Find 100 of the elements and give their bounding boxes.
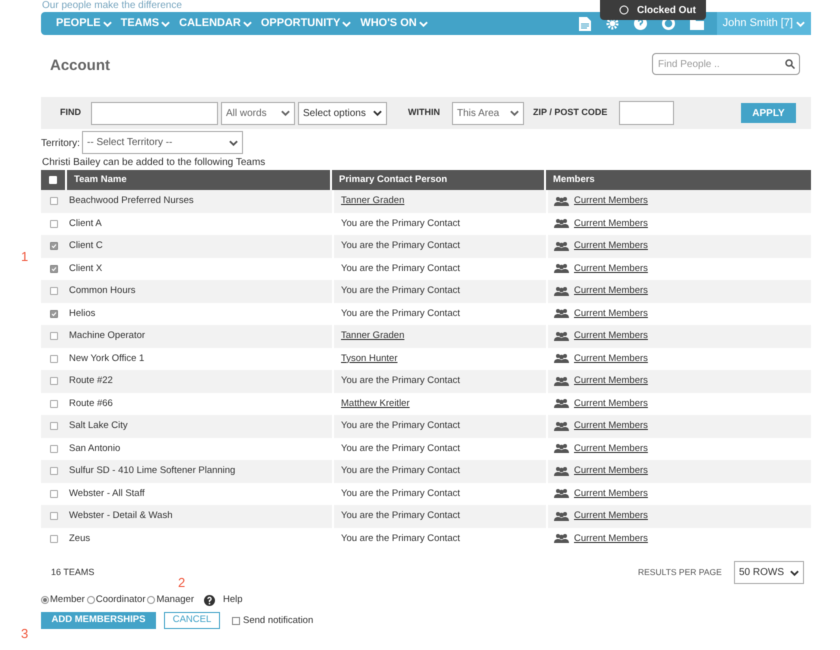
members-link[interactable]: Current Members <box>574 262 648 276</box>
contact-link[interactable]: Tanner Graden <box>341 329 404 344</box>
role-radio[interactable]: Manager <box>147 593 194 608</box>
people-icon <box>554 510 569 522</box>
search-icon <box>785 59 795 69</box>
clock-status-tooltip: Clocked Out <box>600 0 706 20</box>
table-cell: You are the Primary Contact <box>341 532 460 546</box>
table-cell: You are the Primary Contact <box>341 486 460 501</box>
members-link[interactable]: Current Members <box>574 509 648 524</box>
select-dropdown[interactable]: This Area <box>452 102 524 124</box>
members-link[interactable]: Current Members <box>574 532 648 546</box>
members-link[interactable]: Current Members <box>574 306 648 321</box>
members-link[interactable]: Current Members <box>574 216 648 231</box>
select-dropdown[interactable]: Select options <box>298 102 387 124</box>
people-icon <box>554 286 569 297</box>
chevron-down-icon <box>281 110 290 116</box>
team-count: 16 TEAMS <box>51 566 94 579</box>
checkbox[interactable] <box>50 422 58 430</box>
table-cell: You are the Primary Contact <box>341 374 460 388</box>
people-icon <box>554 218 569 230</box>
help-icon <box>204 594 215 606</box>
table-cell-text: San Antonio <box>68 442 122 456</box>
table-cell: You are the Primary Contact <box>341 262 460 276</box>
find-people-field[interactable]: Find People .. <box>652 53 800 75</box>
select-dropdown[interactable]: -- Select Territory -- <box>82 131 243 154</box>
checkbox[interactable] <box>50 444 58 453</box>
table-cell: You are the Primary Contact <box>341 239 460 254</box>
people-icon <box>554 376 569 387</box>
people-icon <box>554 398 569 410</box>
checkbox[interactable] <box>50 220 58 228</box>
chevron-down-icon <box>418 20 428 26</box>
people-icon <box>554 533 569 544</box>
checkbox[interactable] <box>50 354 58 363</box>
annotation-number: 3 <box>21 625 28 643</box>
table-cell: You are the Primary Contact <box>341 284 460 298</box>
checkbox[interactable] <box>50 287 58 296</box>
members-link[interactable]: Current Members <box>574 239 648 254</box>
checkbox[interactable] <box>50 310 58 318</box>
members-link[interactable]: Current Members <box>574 486 648 501</box>
find-field[interactable] <box>91 102 218 124</box>
members-link[interactable]: Current Members <box>574 329 648 344</box>
page-title: Account <box>50 56 110 76</box>
checkbox[interactable] <box>50 197 58 206</box>
contact-link[interactable]: Tyson Hunter <box>341 352 398 366</box>
members-link[interactable]: Current Members <box>574 352 648 366</box>
chevron-down-icon <box>102 20 112 26</box>
column-header: Members <box>552 172 596 187</box>
chevron-down-icon <box>373 110 382 116</box>
members-link[interactable]: Current Members <box>574 464 648 478</box>
checkbox[interactable] <box>50 332 58 340</box>
select-dropdown[interactable]: All words <box>221 102 295 124</box>
contact-link[interactable]: Matthew Kreitler <box>341 396 410 411</box>
checkbox[interactable] <box>50 242 58 250</box>
members-link[interactable]: Current Members <box>574 396 648 411</box>
people-icon <box>554 420 569 432</box>
table-cell-text: Webster - All Staff <box>68 486 146 501</box>
territory-label: Territory: <box>41 137 80 151</box>
table-cell: You are the Primary Contact <box>341 419 460 434</box>
role-radio[interactable]: Coordinator <box>86 593 146 608</box>
table-cell-text: Zeus <box>68 532 92 546</box>
table-cell-text: Route #66 <box>68 396 114 411</box>
checkbox[interactable] <box>50 512 58 520</box>
filter-label: ZIP / POST CODE <box>533 106 608 120</box>
zip-field[interactable] <box>619 101 674 125</box>
send-notification-checkbox[interactable]: Send notification <box>232 614 314 628</box>
role-radio[interactable]: Member <box>41 593 85 608</box>
help-text: Help <box>222 593 243 607</box>
table-cell-text: Route #22 <box>68 374 114 388</box>
people-icon <box>554 240 569 252</box>
checkbox[interactable] <box>50 534 58 543</box>
members-link[interactable]: Current Members <box>574 419 648 434</box>
table-cell-text: Client X <box>68 262 104 276</box>
checkbox[interactable] <box>50 467 58 476</box>
members-link[interactable]: Current Members <box>574 284 648 298</box>
table-cell-text: Sulfur SD - 410 Lime Softener Planning <box>68 464 236 478</box>
checkbox[interactable] <box>50 377 58 386</box>
chevron-down-icon <box>790 570 799 576</box>
table-cell: You are the Primary Contact <box>341 509 460 524</box>
members-link[interactable]: Current Members <box>574 374 648 388</box>
results-per-page-label: RESULTS PER PAGE <box>638 566 722 579</box>
checkbox[interactable] <box>50 490 58 498</box>
contact-link[interactable]: Tanner Graden <box>341 194 404 208</box>
table-cell-text: Machine Operator <box>68 329 146 344</box>
annotation-number: 1 <box>21 248 28 266</box>
checkbox[interactable] <box>50 400 58 408</box>
annotation-number: 2 <box>178 574 186 592</box>
chevron-down-icon <box>342 20 352 26</box>
members-link[interactable]: Current Members <box>574 442 648 456</box>
chevron-down-icon <box>161 20 170 26</box>
document-icon <box>578 16 591 30</box>
select-dropdown[interactable]: 50 ROWS <box>734 561 804 584</box>
checkbox[interactable] <box>50 264 58 273</box>
table-cell-text: Client A <box>68 216 103 231</box>
members-link[interactable]: Current Members <box>574 194 648 208</box>
table-cell: You are the Primary Contact <box>341 216 460 231</box>
caption: Christi Bailey can be added to the following Teams <box>42 156 266 170</box>
people-icon <box>554 330 569 342</box>
folder-icon <box>690 18 705 30</box>
table-cell-text: Common Hours <box>68 284 137 298</box>
tagline: Our people make the difference <box>42 0 182 11</box>
